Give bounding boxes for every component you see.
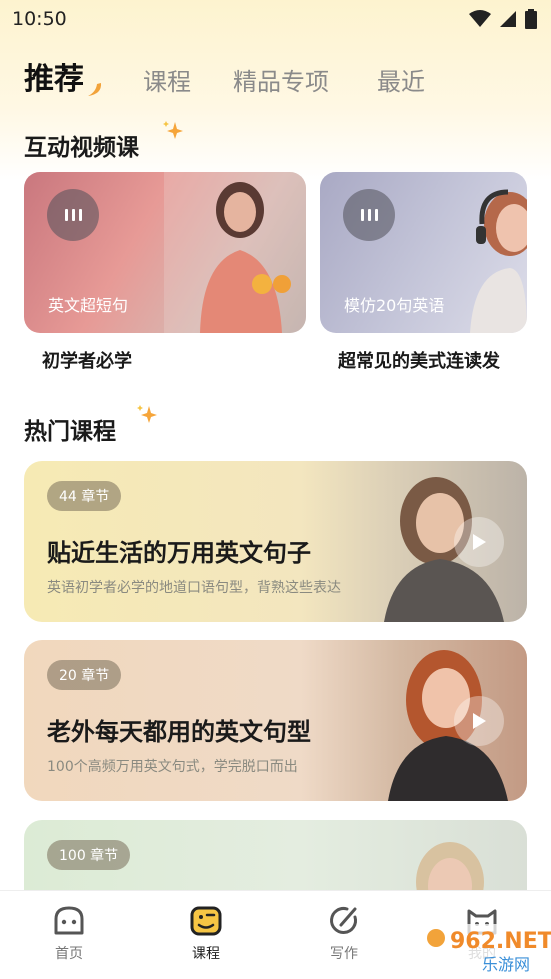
nav-item-home[interactable]: 首页 [29, 905, 109, 969]
tab-recommend[interactable]: 推荐 [24, 54, 84, 98]
battery-icon [525, 9, 537, 29]
course-card[interactable]: 44 章节 贴近生活的万用英文句子 英语初学者必学的地道口语句型，背熟这些表达 [24, 461, 527, 622]
course-title: 老外每天都用的英文句型 [47, 718, 311, 746]
course-subtitle: 英语初学者必学的地道口语句型，背熟这些表达 [47, 580, 341, 596]
nav-label: 写作 [330, 946, 358, 962]
status-icons [469, 9, 537, 29]
play-icon [473, 534, 486, 550]
video-card-short-sentences[interactable]: 英文超短句 [24, 172, 306, 333]
tab-recent[interactable]: 最近 [377, 62, 425, 97]
video-card-label: 模仿20句英语 [344, 296, 445, 315]
status-time: 10:50 [12, 8, 67, 30]
chapter-badge: 100 章节 [47, 840, 131, 870]
home-face-icon [54, 906, 84, 935]
instructor-photo [384, 477, 504, 622]
top-tabs: 推荐 课程 精品专项 最近 [0, 48, 551, 104]
sparkle-icon [163, 121, 183, 139]
tab-courses[interactable]: 课程 [143, 62, 191, 97]
play-button[interactable] [454, 696, 504, 746]
section-title-hot: 热门课程 [24, 419, 116, 445]
tab-premium[interactable]: 精品专项 [233, 62, 329, 97]
pause-button[interactable] [47, 189, 99, 241]
watermark-logo: 962.NET 乐游网 [420, 924, 551, 974]
site-watermark: 962.NET 乐游网 [420, 918, 551, 979]
status-bar: 10:50 [0, 0, 551, 38]
chapter-badge: 20 章节 [47, 660, 122, 690]
instructor-photo [470, 189, 527, 333]
video-card-label: 英文超短句 [48, 296, 129, 315]
course-title: 贴近生活的万用英文句子 [47, 539, 311, 567]
write-icon [330, 907, 357, 934]
play-icon [473, 713, 486, 729]
nav-label: 首页 [55, 946, 83, 962]
section-title-interactive: 互动视频课 [24, 135, 139, 161]
sparkle-icon [137, 405, 157, 423]
active-tab-indicator [88, 83, 102, 96]
wifi-icon [469, 10, 491, 27]
nav-label: 课程 [192, 946, 220, 962]
chapter-badge: 44 章节 [47, 481, 122, 511]
course-subtitle: 100个高频万用英文句式，学完脱口而出 [47, 759, 298, 775]
course-face-icon [190, 906, 222, 936]
signal-icon [500, 11, 516, 27]
nav-item-courses[interactable]: 课程 [166, 905, 246, 969]
pause-button[interactable] [343, 189, 395, 241]
watermark-cn: 乐游网 [482, 955, 530, 974]
course-card[interactable]: 20 章节 老外每天都用的英文句型 100个高频万用英文句式，学完脱口而出 [24, 640, 527, 801]
video-card-mimic-english[interactable]: 模仿20句英语 [320, 172, 527, 333]
video-caption: 超常见的美式连读发 [338, 351, 500, 372]
nav-item-write[interactable]: 写作 [304, 905, 384, 969]
play-button[interactable] [454, 517, 504, 567]
watermark-number: 962.NET [450, 929, 551, 954]
instructor-photo [388, 650, 508, 801]
instructor-photo [164, 172, 306, 333]
video-caption: 初学者必学 [42, 351, 132, 372]
